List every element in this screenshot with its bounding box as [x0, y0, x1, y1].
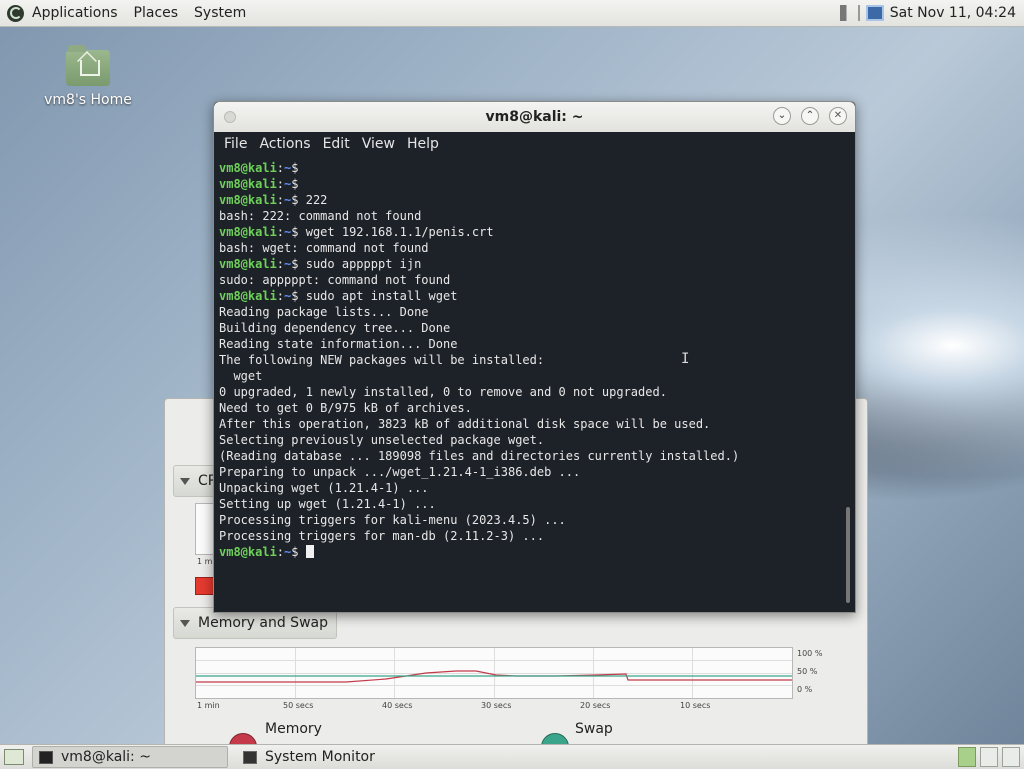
- menu-applications[interactable]: Applications: [32, 5, 118, 21]
- terminal-line: Selecting previously unselected package …: [219, 433, 545, 447]
- mem-axis-0: 0 %: [797, 685, 813, 694]
- terminal-line: bash: 222: command not found: [219, 209, 422, 223]
- mem-axis-x-20: 20 secs: [580, 701, 611, 710]
- terminal-line: vm8@kali:~$: [219, 544, 841, 560]
- terminal-line: vm8@kali:~$ wget 192.168.1.1/penis.crt: [219, 225, 494, 239]
- terminal-titlebar[interactable]: vm8@kali: ~ ⌄ ⌃ ✕: [214, 102, 855, 132]
- desktop-home-icon[interactable]: vm8's Home: [40, 45, 136, 108]
- mem-axis-50: 50 %: [797, 667, 818, 676]
- expand-arrow-icon: [180, 477, 190, 485]
- swap-label: Swap: [575, 721, 613, 737]
- menu-edit[interactable]: Edit: [323, 136, 350, 152]
- menu-places[interactable]: Places: [134, 5, 179, 21]
- terminal-line: Reading state information... Done: [219, 337, 458, 351]
- terminal-line: vm8@kali:~$ sudo apt install wget: [219, 289, 458, 303]
- workspace-2[interactable]: [980, 747, 998, 767]
- menu-help[interactable]: Help: [407, 136, 439, 152]
- bottom-taskbar: vm8@kali: ~ System Monitor: [0, 744, 1024, 769]
- workspace-1[interactable]: [958, 747, 976, 767]
- home-folder-icon: [66, 45, 110, 86]
- maximize-button[interactable]: ⌃: [801, 107, 819, 125]
- mem-axis-x-50: 50 secs: [283, 701, 314, 710]
- terminal-line: Processing triggers for man-db (2.11.2-3…: [219, 529, 545, 543]
- kali-menu-icon[interactable]: [7, 4, 24, 22]
- system-tray: Sat Nov 11, 04:24: [839, 5, 1024, 21]
- cpu-color-swatch[interactable]: [195, 577, 215, 595]
- terminal-line: vm8@kali:~$: [219, 161, 299, 175]
- home-icon-label: vm8's Home: [44, 92, 132, 108]
- terminal-line: Preparing to unpack .../wget_1.21.4-1_i3…: [219, 465, 581, 479]
- terminal-line: 0 upgraded, 1 newly installed, 0 to remo…: [219, 385, 667, 399]
- mem-axis-100: 100 %: [797, 649, 823, 658]
- terminal-cursor: [305, 545, 314, 558]
- mem-axis-x-30: 30 secs: [481, 701, 512, 710]
- task-terminal[interactable]: vm8@kali: ~: [32, 746, 228, 768]
- menu-view[interactable]: View: [362, 136, 395, 152]
- mem-axis-x-1min: 1 min: [197, 701, 220, 710]
- terminal-line: Setting up wget (1.21.4-1) ...: [219, 497, 436, 511]
- memory-swap-label: Memory and Swap: [198, 615, 328, 631]
- menu-file[interactable]: File: [224, 136, 247, 152]
- terminal-icon: [39, 750, 53, 764]
- volume-icon[interactable]: [839, 5, 860, 21]
- terminal-line: vm8@kali:~$ 222: [219, 193, 328, 207]
- terminal-line: bash: wget: command not found: [219, 241, 429, 255]
- terminal-line: The following NEW packages will be insta…: [219, 353, 545, 367]
- window-menu-icon[interactable]: [224, 111, 236, 123]
- clock[interactable]: Sat Nov 11, 04:24: [890, 5, 1016, 21]
- text-cursor-icon: I: [681, 351, 690, 367]
- minimize-button[interactable]: ⌄: [773, 107, 791, 125]
- terminal-line: (Reading database ... 189098 files and d…: [219, 449, 740, 463]
- terminal-title: vm8@kali: ~: [485, 109, 584, 125]
- close-button[interactable]: ✕: [829, 107, 847, 125]
- menu-system[interactable]: System: [194, 5, 246, 21]
- terminal-line: Reading package lists... Done: [219, 305, 429, 319]
- terminal-line: vm8@kali:~$ sudo apppppt ijn: [219, 257, 422, 271]
- top-panel: Applications Places System Sat Nov 11, 0…: [0, 0, 1024, 27]
- system-monitor-icon: [243, 750, 257, 764]
- terminal-line: Processing triggers for kali-menu (2023.…: [219, 513, 566, 527]
- network-icon[interactable]: [865, 5, 884, 21]
- terminal-line: vm8@kali:~$: [219, 177, 299, 191]
- expand-arrow-icon: [180, 619, 190, 627]
- memory-swap-graph: [195, 647, 793, 699]
- show-desktop-icon[interactable]: [4, 749, 24, 765]
- terminal-line: Building dependency tree... Done: [219, 321, 451, 335]
- terminal-line: wget: [219, 369, 263, 383]
- menu-actions[interactable]: Actions: [259, 136, 310, 152]
- terminal-output[interactable]: vm8@kali:~$ vm8@kali:~$ vm8@kali:~$ 222 bas…: [219, 160, 841, 612]
- terminal-line: Need to get 0 B/975 kB of archives.: [219, 401, 472, 415]
- terminal-scrollbar[interactable]: [846, 507, 850, 603]
- memory-label: Memory: [265, 721, 322, 737]
- terminal-menubar: File Actions Edit View Help: [214, 132, 855, 156]
- task-terminal-label: vm8@kali: ~: [61, 749, 151, 765]
- terminal-line: sudo: apppppt: command not found: [219, 273, 451, 287]
- terminal-line: Unpacking wget (1.21.4-1) ...: [219, 481, 429, 495]
- terminal-line: After this operation, 3823 kB of additio…: [219, 417, 711, 431]
- task-system-monitor-label: System Monitor: [265, 749, 375, 765]
- mem-axis-x-40: 40 secs: [382, 701, 413, 710]
- workspace-3[interactable]: [1002, 747, 1020, 767]
- task-system-monitor[interactable]: System Monitor: [236, 746, 384, 768]
- mem-axis-x-10: 10 secs: [680, 701, 711, 710]
- terminal-window[interactable]: vm8@kali: ~ ⌄ ⌃ ✕ File Actions Edit View…: [213, 101, 856, 613]
